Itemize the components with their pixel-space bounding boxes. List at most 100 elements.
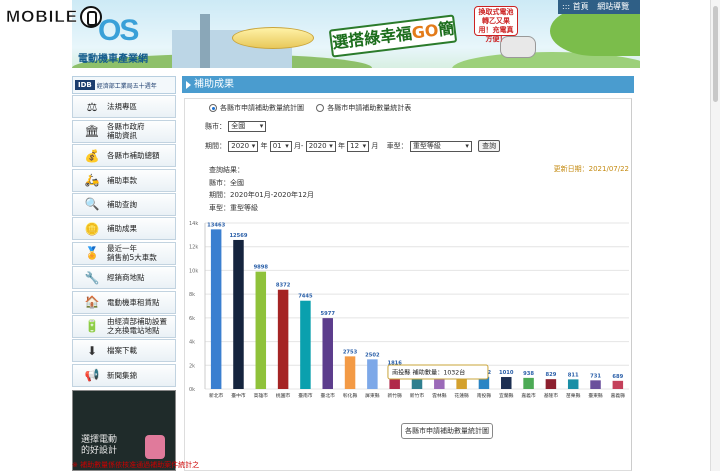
- bar-value-label: 731: [590, 373, 601, 379]
- radio-chart-view[interactable]: 各縣市申請補助數量統計圖: [209, 103, 304, 113]
- page-scrollbar[interactable]: [710, 0, 720, 471]
- main-content: 補助成果 各縣市申請補助數量統計圖 各縣市申請補助數量統計表 縣市： 全國 期間…: [182, 76, 634, 471]
- y-tick-label: 4k: [189, 340, 195, 346]
- government-building-icon: 🏛: [84, 124, 100, 139]
- bar-6: [344, 356, 356, 389]
- x-tick-label: 嘉義縣: [611, 392, 626, 399]
- sidebar-item-label: 補助查詢: [107, 199, 137, 209]
- site-banner: OS 電動機車產業網 選搭綠幸福GO簡單 換取式電池 轉乙又果用！充電真方便！ …: [72, 0, 640, 68]
- sidebar-item[interactable]: 🔋 由經濟部補助設置 之充換電站地點: [72, 314, 176, 338]
- result-heading: 查詢結果：: [209, 166, 244, 174]
- footer-note: ※ 補助數量係依核准通過補助案件統計之: [72, 461, 200, 469]
- bar-value-label: 811: [568, 372, 579, 378]
- sidebar-item-label: 補助車款: [107, 175, 137, 185]
- radio-table-view[interactable]: 各縣市申請補助數量統計表: [316, 103, 411, 113]
- money-bag-icon: 💰: [84, 148, 100, 163]
- gavel-icon: ⚖: [86, 99, 98, 114]
- result-vehicle: 車型：重型等級: [209, 203, 258, 212]
- year-suffix: 年: [337, 142, 345, 150]
- ribbon-medal-icon: 🏅: [84, 246, 100, 261]
- start-month-select[interactable]: 01: [269, 140, 292, 152]
- view-mode-radios: 各縣市申請補助數量統計圖 各縣市申請補助數量統計表: [209, 103, 421, 114]
- period-filter-row: 期間： 2020 年 01 月- 2020 年 12 月 車型： 重型等級 查詢: [205, 140, 501, 152]
- sidebar-item[interactable]: 🔧 經銷商地點: [72, 266, 176, 290]
- sidebar-item[interactable]: 🏠 電動機車租賃點: [72, 290, 176, 314]
- y-tick-label: 14k: [189, 221, 198, 227]
- y-tick-label: 12k: [189, 245, 198, 251]
- x-tick-label: 嘉義市: [521, 392, 536, 399]
- top-nav-home-link[interactable]: ::: 首頁: [562, 2, 589, 11]
- sidebar-item[interactable]: ⬇ 檔案下載: [72, 339, 176, 363]
- bar-value-label: 7445: [298, 294, 313, 300]
- radio-unchecked-icon: [316, 104, 325, 112]
- x-tick-label: 苗栗縣: [566, 392, 581, 399]
- bar-16: [567, 379, 579, 389]
- x-tick-label: 臺東縣: [588, 392, 603, 399]
- taipei101-icon: [200, 14, 210, 68]
- sidebar-item-label: 由經濟部補助設置 之充換電站地點: [107, 317, 167, 336]
- bar-value-label: 2502: [365, 352, 380, 358]
- sidebar-item-label: 最近一年 銷售前5大車款: [107, 244, 157, 263]
- bar-5: [322, 318, 333, 389]
- bar-3: [277, 289, 289, 389]
- result-county: 縣市：全國: [209, 178, 244, 187]
- coins-icon: 🪙: [84, 221, 100, 236]
- start-year-select[interactable]: 2020: [228, 140, 259, 152]
- county-label: 縣市：: [205, 122, 226, 131]
- sidebar-item[interactable]: 🏛 各縣市政府 補助資訊: [72, 119, 176, 143]
- vehicle-type-select[interactable]: 重型等級: [409, 140, 472, 152]
- sidebar-promo-image[interactable]: 選擇電動 的好設計: [72, 390, 176, 471]
- x-tick-label: 新北市: [209, 392, 224, 399]
- megaphone-icon: 📢: [84, 368, 100, 383]
- bar-value-label: 9898: [254, 265, 269, 271]
- x-tick-label: 新竹市: [410, 392, 425, 399]
- x-tick-label: 臺北市: [321, 392, 336, 399]
- x-tick-label: 臺中市: [231, 392, 246, 399]
- x-tick-label: 高雄市: [254, 392, 269, 399]
- chart-toggle-button[interactable]: 各縣市申請補助數量統計圖: [401, 423, 493, 439]
- x-tick-label: 屏東縣: [365, 392, 380, 399]
- county-select[interactable]: 全國: [228, 121, 267, 132]
- magnifier-icon: 🔍: [84, 197, 100, 212]
- org-banner[interactable]: IDB 經濟部工業局五十週年: [72, 76, 176, 94]
- bar-15: [545, 379, 557, 389]
- y-tick-label: 6k: [189, 316, 195, 322]
- mobile01-watermark: MOBILE: [6, 4, 148, 30]
- vehicle-label: 車型：: [386, 142, 408, 150]
- battery-icon: 🔋: [84, 319, 100, 334]
- top-nav-sitemap-link[interactable]: 網站導覽: [597, 2, 629, 11]
- sidebar-item[interactable]: 📢 新聞集錦: [72, 363, 176, 387]
- bar-17: [590, 380, 601, 389]
- banner-slogan: 選搭綠幸福GO簡單: [328, 14, 458, 58]
- end-year-select[interactable]: 2020: [305, 140, 336, 152]
- x-tick-label: 桃園市: [276, 392, 291, 399]
- sidebar-item[interactable]: 🪙 補助成果: [72, 217, 176, 241]
- org-name: 經濟部工業局五十週年: [96, 82, 157, 90]
- bar-14: [523, 377, 534, 389]
- download-icon: ⬇: [86, 343, 98, 358]
- period-label: 期間：: [205, 142, 226, 150]
- blimp-icon: [232, 27, 314, 49]
- slogan-go: GO: [410, 20, 440, 43]
- x-tick-label: 彰化縣: [343, 392, 358, 399]
- scrollbar-thumb[interactable]: [713, 6, 718, 102]
- radio-label: 各縣市申請補助數量統計表: [327, 104, 412, 112]
- bar-value-label: 13463: [207, 222, 225, 228]
- sidebar-item[interactable]: 🔍 補助查詢: [72, 192, 176, 216]
- sidebar-item[interactable]: 🏅 最近一年 銷售前5大車款: [72, 241, 176, 265]
- page-container: OS 電動機車產業網 選搭綠幸福GO簡單 換取式電池 轉乙又果用！充電真方便！ …: [72, 0, 640, 471]
- bar-value-label: 2753: [343, 349, 358, 355]
- radio-label: 各縣市申請補助數量統計圖: [220, 104, 304, 112]
- sidebar-item[interactable]: 🛵 補助車款: [72, 168, 176, 192]
- sidebar-item-label: 各縣市政府 補助資訊: [107, 122, 145, 141]
- x-tick-label: 花蓮縣: [454, 392, 469, 399]
- sidebar-item[interactable]: 💰 各縣市補助總額: [72, 144, 176, 168]
- x-tick-label: 臺南市: [298, 392, 313, 399]
- slogan-part-a: 選搭綠幸福: [331, 23, 413, 53]
- character-icon: [145, 435, 165, 459]
- radio-checked-icon: [209, 104, 217, 112]
- banner-promo-bubble: 換取式電池 轉乙又果用！充電真方便！: [474, 6, 518, 43]
- end-month-select[interactable]: 12: [347, 140, 370, 152]
- query-button[interactable]: 查詢: [478, 140, 501, 152]
- sidebar-item[interactable]: ⚖ 法規專區: [72, 95, 176, 119]
